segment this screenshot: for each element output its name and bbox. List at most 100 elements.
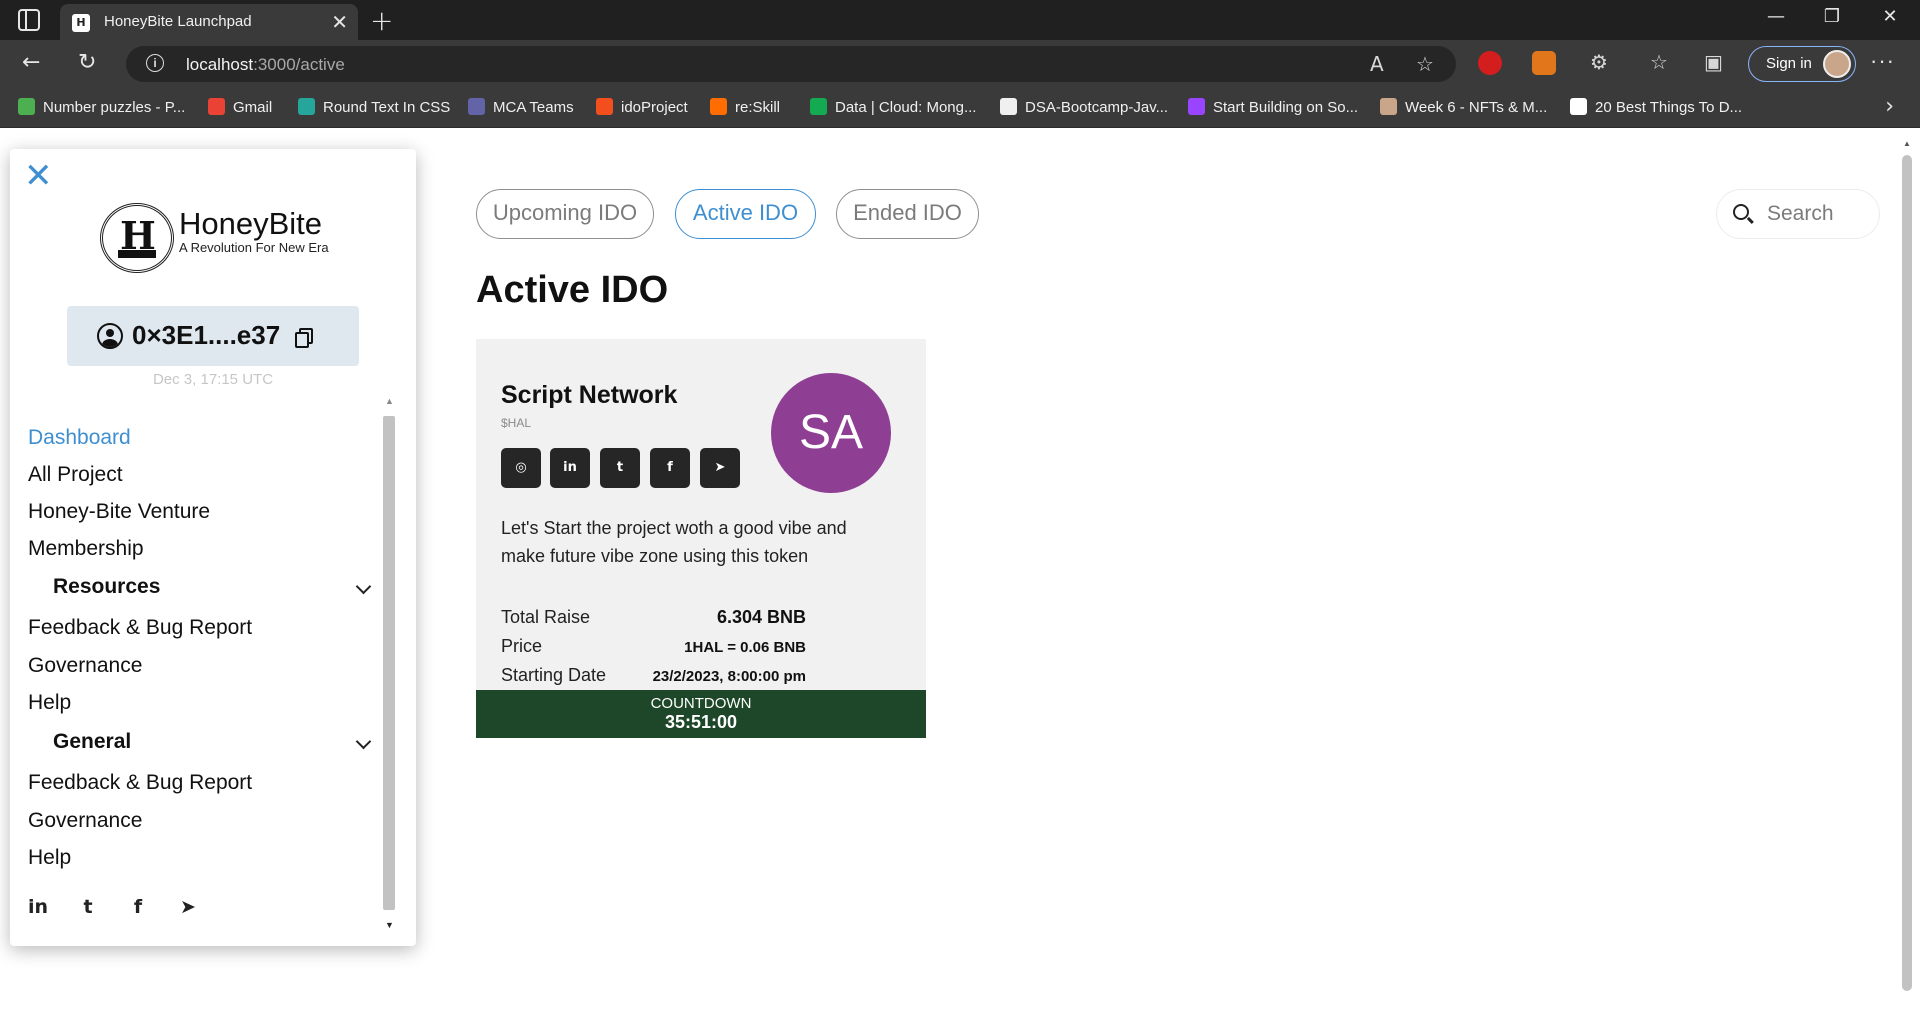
stat-label-total-raise: Total Raise [501,607,591,627]
sidebar-item-all-project[interactable]: All Project [28,463,123,487]
sidebar-item-dashboard[interactable]: Dashboard [28,426,131,450]
user-icon [97,323,123,349]
restore-icon[interactable]: ❐ [1812,6,1852,27]
window-close-icon[interactable]: ✕ [1870,6,1910,27]
minimize-icon[interactable]: — [1756,6,1796,27]
bookmark-item[interactable]: Start Building on So... [1188,98,1358,118]
facebook-icon[interactable]: f [650,448,690,488]
honeybite-logo-icon: H [100,203,174,273]
tab-ended-ido[interactable]: Ended IDO [836,189,979,239]
tab-close-icon[interactable]: ✕ [331,10,348,34]
url-text[interactable]: localhost:3000/active [186,55,345,75]
sidebar-scrollbar[interactable]: ▲ ▼ [381,396,397,930]
browser-tab-bar: H HoneyBite Launchpad ✕ + — ❐ ✕ [0,0,1920,40]
chevron-down-icon[interactable] [355,736,371,752]
sidebar-item-help[interactable]: Help [28,846,71,870]
facebook-icon[interactable]: f [126,895,150,919]
favorites-icon[interactable]: ☆ [1650,50,1668,74]
browser-tab[interactable]: H HoneyBite Launchpad ✕ [60,4,358,40]
bookmark-label: Round Text In CSS [323,99,451,116]
sidebar-item-help[interactable]: Help [28,691,71,715]
extensions-icon[interactable]: ⚙ [1590,50,1608,74]
collections-icon[interactable]: ▣ [1704,50,1723,74]
sidebar-item-honey-bite-venture[interactable]: Honey-Bite Venture [28,500,210,524]
twitter-icon[interactable]: t [600,448,640,488]
bookmark-favicon-icon [18,98,35,115]
profile-avatar [1823,50,1851,78]
url-field[interactable]: i localhost:3000/active A ☆ [126,46,1456,82]
bookmark-favicon-icon [298,98,315,115]
address-bar: ← ↻ i localhost:3000/active A ☆ ⚙ ☆ ▣ Si… [0,40,1920,88]
sidebar-item-governance[interactable]: Governance [28,654,142,678]
tab-active-ido[interactable]: Active IDO [675,189,816,239]
page-content: ✕ H HoneyBite A Revolution For New Era 0… [0,129,1920,1020]
bookmark-item[interactable]: Data | Cloud: Mong... [810,98,976,118]
bookmark-item[interactable]: idoProject [596,98,688,118]
stat-label-price: Price [501,636,543,656]
bookmark-label: re:Skill [735,99,781,116]
linkedin-icon[interactable]: in [550,448,590,488]
page-scrollbar[interactable]: ▲ [1900,135,1914,1007]
bookmark-favicon-icon [1380,98,1397,115]
scroll-down-icon[interactable]: ▼ [385,920,394,930]
scrollbar-thumb[interactable] [1902,155,1912,991]
bookmark-favicon-icon [1000,98,1017,115]
read-aloud-icon[interactable]: A [1370,52,1384,76]
bookmark-item[interactable]: 20 Best Things To D... [1570,98,1742,118]
back-icon[interactable]: ← [22,50,40,75]
close-icon[interactable]: ✕ [24,159,58,193]
countdown-bar: COUNTDOWN 35:51:00 [476,690,926,738]
bookmark-item[interactable]: Number puzzles - P... [18,98,185,118]
sidebar-drawer: ✕ H HoneyBite A Revolution For New Era 0… [10,149,416,946]
scroll-up-icon[interactable]: ▲ [1903,139,1911,148]
sidebar-item-feedback[interactable]: Feedback & Bug Report [28,771,252,795]
twitter-icon[interactable]: t [76,895,100,919]
search-input[interactable] [1767,202,1867,226]
bookmark-favicon-icon [1188,98,1205,115]
project-ticker: $HAL [501,416,532,430]
stat-value-starting-date: 23/2/2023, 8:00:00 pm [652,668,806,685]
brand-tagline: A Revolution For New Era [179,240,329,255]
wallet-address: 0×3E1....e37 [132,320,281,350]
brand-name: HoneyBite [179,206,323,241]
add-favorite-icon[interactable]: ☆ [1416,52,1434,76]
adblock-extension-icon[interactable] [1478,51,1502,75]
ido-project-card[interactable]: Script Network $HAL ◎ in t f ➤ SA Let's … [476,339,926,738]
tab-title: HoneyBite Launchpad [104,13,252,30]
sidebar-item-membership[interactable]: Membership [28,537,144,561]
sign-in-button[interactable]: Sign in [1748,46,1856,82]
scroll-up-icon[interactable]: ▲ [385,396,394,406]
bookmark-favicon-icon [596,98,613,115]
new-tab-icon[interactable]: + [370,4,393,37]
bookmark-favicon-icon [468,98,485,115]
sign-in-label: Sign in [1766,55,1812,72]
search-box[interactable] [1716,189,1880,239]
telegram-icon[interactable]: ➤ [176,895,200,919]
chevron-down-icon[interactable] [355,581,371,597]
metamask-extension-icon[interactable] [1532,51,1556,75]
tab-actions-icon[interactable] [18,9,40,31]
globe-icon[interactable]: ◎ [501,448,541,488]
bookmark-item[interactable]: Gmail [208,98,272,118]
more-options-icon[interactable]: ··· [1870,48,1895,74]
sidebar-group-resources[interactable]: Resources [53,575,160,599]
scrollbar-thumb[interactable] [383,416,395,910]
site-info-icon[interactable]: i [146,54,164,72]
wallet-address-box[interactable]: 0×3E1....e37 [67,306,359,366]
bookmark-item[interactable]: Week 6 - NFTs & M... [1380,98,1547,118]
bookmark-item[interactable]: re:Skill [710,98,780,118]
refresh-icon[interactable]: ↻ [78,50,96,75]
sidebar-item-feedback[interactable]: Feedback & Bug Report [28,616,252,640]
sidebar-item-governance[interactable]: Governance [28,809,142,833]
bookmark-item[interactable]: MCA Teams [468,98,574,118]
sidebar-group-general[interactable]: General [53,730,131,754]
bookmark-item[interactable]: DSA-Bootcamp-Jav... [1000,98,1168,118]
bookmark-favicon-icon [1570,98,1587,115]
linkedin-icon[interactable]: in [26,895,50,919]
telegram-icon[interactable]: ➤ [700,448,740,488]
bookmarks-overflow-icon[interactable]: › [1885,94,1894,119]
bookmark-label: Start Building on So... [1213,99,1359,116]
bookmark-item[interactable]: Round Text In CSS [298,98,450,118]
tab-upcoming-ido[interactable]: Upcoming IDO [476,189,654,239]
copy-icon[interactable] [295,328,313,348]
